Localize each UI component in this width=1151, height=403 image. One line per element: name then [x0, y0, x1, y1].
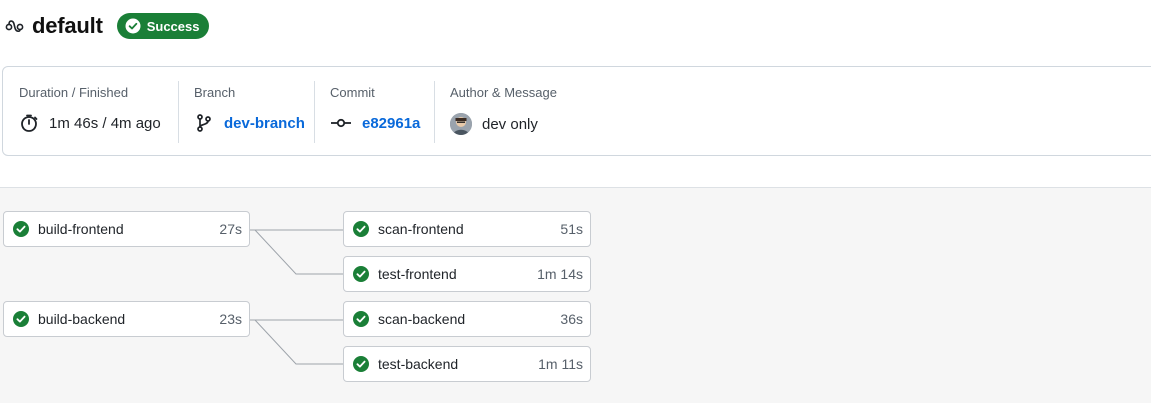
status-badge: Success: [116, 13, 210, 39]
workflow-icon: [4, 15, 26, 37]
success-icon: [13, 221, 29, 237]
job-duration: 1m 14s: [537, 266, 583, 282]
job-duration: 23s: [219, 311, 242, 327]
job-build-backend[interactable]: build-backend 23s: [3, 301, 250, 337]
edge-build-frontend-test-frontend: [254, 229, 343, 275]
job-scan-backend[interactable]: scan-backend 36s: [343, 301, 591, 337]
author-value-row: dev only: [450, 113, 538, 135]
branch-value-row: dev-branch: [194, 113, 305, 133]
divider: [314, 81, 315, 143]
duration-value-row: 1m 46s / 4m ago: [19, 113, 161, 133]
job-duration: 1m 11s: [538, 356, 583, 372]
divider: [178, 81, 179, 143]
job-duration: 36s: [560, 311, 583, 327]
edge-build-backend-test-backend: [254, 319, 343, 365]
commit-label: Commit: [330, 85, 375, 100]
job-test-backend[interactable]: test-backend 1m 11s: [343, 346, 591, 382]
commit-message: dev only: [482, 115, 538, 133]
job-name: build-backend: [38, 311, 126, 327]
job-duration: 51s: [560, 221, 583, 237]
job-name: scan-frontend: [378, 221, 464, 237]
commit-link[interactable]: e82961a: [362, 115, 420, 132]
job-scan-frontend[interactable]: scan-frontend 51s: [343, 211, 591, 247]
job-test-frontend[interactable]: test-frontend 1m 14s: [343, 256, 591, 292]
pipeline-summary: Duration / Finished 1m 46s / 4m ago Bran…: [2, 66, 1151, 156]
success-icon: [13, 311, 29, 327]
page-title: default: [32, 13, 103, 38]
timer-icon: [19, 113, 39, 133]
success-icon: [353, 311, 369, 327]
job-name: test-backend: [378, 356, 459, 372]
job-build-frontend[interactable]: build-frontend 27s: [3, 211, 250, 247]
branch-link[interactable]: dev-branch: [224, 115, 305, 132]
pipeline-graph: build-frontend 27s scan-frontend 51s tes…: [0, 187, 1151, 403]
job-name: scan-backend: [378, 311, 466, 327]
git-branch-icon: [194, 113, 214, 133]
check-circle-icon: [125, 18, 141, 34]
avatar[interactable]: [450, 113, 472, 135]
duration-label: Duration / Finished: [19, 85, 129, 100]
workflow-header: default Success: [4, 8, 210, 44]
job-duration: 27s: [219, 221, 242, 237]
job-name: build-frontend: [38, 221, 124, 237]
success-icon: [353, 356, 369, 372]
commit-value-row: e82961a: [330, 113, 420, 133]
status-badge-label: Success: [146, 18, 200, 34]
success-icon: [353, 221, 369, 237]
job-name: test-frontend: [378, 266, 457, 282]
success-icon: [353, 266, 369, 282]
divider: [434, 81, 435, 143]
duration-value: 1m 46s / 4m ago: [49, 114, 161, 132]
author-label: Author & Message: [450, 85, 557, 100]
git-commit-icon: [330, 113, 352, 133]
branch-label: Branch: [194, 85, 236, 100]
